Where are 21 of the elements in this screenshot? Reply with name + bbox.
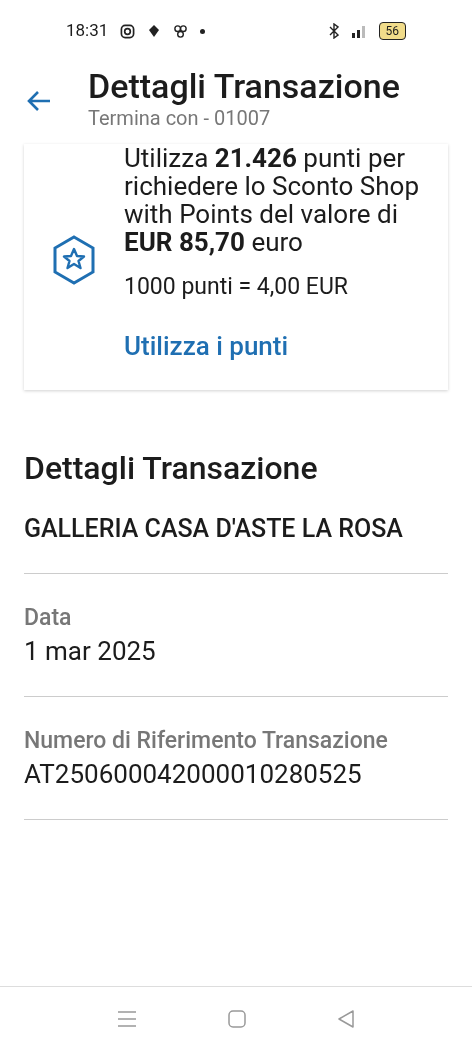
signal-icon (350, 24, 367, 38)
field-value: 1 mar 2025 (24, 634, 157, 668)
bluetooth-icon (328, 23, 339, 39)
redeem-points-link[interactable]: Utilizza i punti (124, 326, 438, 366)
section-title: Dettagli Transazione (24, 447, 319, 489)
points-rate: 1000 punti = 4,00 EUR (124, 272, 350, 302)
back-arrow-icon[interactable] (26, 90, 52, 112)
home-icon[interactable] (227, 1008, 247, 1029)
fan-icon (173, 23, 189, 39)
merchant-name: GALLERIA CASA D'ASTE LA ROSA (24, 513, 448, 574)
field-value: AT250600042000010280525 (24, 757, 363, 791)
menu-icon[interactable] (117, 1009, 137, 1028)
field-label: Numero di Riferimento Transazione (24, 725, 389, 756)
page-title: Dettagli Transazione (88, 66, 400, 106)
card-ending: Termina con - 01007 (88, 106, 272, 130)
field-label: Data (24, 602, 73, 633)
back-icon[interactable] (337, 1008, 355, 1029)
battery-indicator: 56 (378, 22, 406, 40)
camera-icon (120, 23, 136, 39)
status-time: 18:31 (66, 19, 109, 43)
points-offer-text: Utilizza 21.426 punti per richiedere lo Sconto Shop with Points del valore di EUR 85,70 euro (124, 144, 420, 256)
